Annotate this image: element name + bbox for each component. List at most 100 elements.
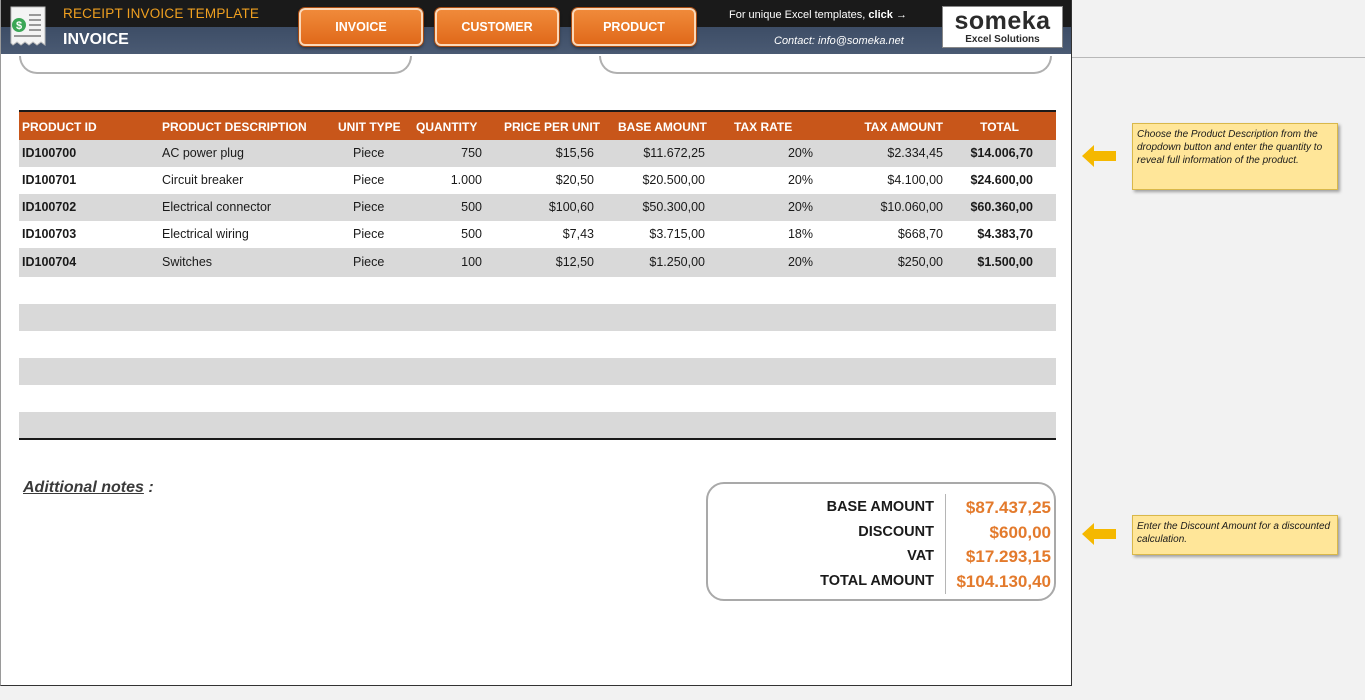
invoice-nav-button[interactable]: INVOICE: [299, 8, 423, 46]
cell-base-amount: $20.500,00: [642, 173, 705, 187]
discount-tip-note: Enter the Discount Amount for a discount…: [1132, 515, 1338, 555]
page-title: INVOICE: [63, 31, 129, 48]
vat-value: $17.293,15: [965, 547, 1051, 566]
cell-product-id: ID100701: [22, 173, 77, 187]
cell-base-amount: $50.300,00: [642, 200, 705, 214]
table-row[interactable]: ID100700 AC power plug Piece 750 $15,56 …: [19, 140, 1056, 167]
base-amount-value: $87.437,25: [965, 498, 1051, 517]
cell-tax-rate: 20%: [787, 200, 813, 214]
cell-tax-rate: 20%: [787, 146, 813, 160]
table-row-empty[interactable]: [19, 277, 1056, 304]
cell-total: $24.600,00: [970, 173, 1033, 187]
contact-email[interactable]: Contact: info@someka.net: [774, 35, 904, 47]
header-tax-amount: TAX AMOUNT: [864, 120, 943, 134]
svg-text:$: $: [16, 20, 22, 32]
table-header-row: PRODUCT ID PRODUCT DESCRIPTION UNIT TYPE…: [19, 110, 1056, 140]
totals-box: BASE AMOUNT $87.437,25 DISCOUNT $600,00 …: [706, 482, 1056, 601]
table-row[interactable]: ID100701 Circuit breaker Piece 1.000 $20…: [19, 167, 1056, 194]
cell-base-amount: $1.250,00: [649, 255, 705, 269]
customer-nav-button[interactable]: CUSTOMER: [435, 8, 559, 46]
cell-unit-type: Piece: [353, 200, 385, 214]
table-row-empty[interactable]: [19, 385, 1056, 412]
cell-quantity[interactable]: 500: [461, 200, 482, 214]
cell-product-description[interactable]: Electrical connector: [162, 200, 271, 214]
cell-total: $1.500,00: [977, 255, 1033, 269]
cell-unit-type: Piece: [353, 146, 385, 160]
receipt-icon: $: [10, 6, 46, 46]
header-product-id: PRODUCT ID: [22, 120, 97, 134]
vat-label: VAT: [907, 548, 934, 564]
cell-product-id: ID100703: [22, 227, 77, 241]
cell-quantity[interactable]: 1.000: [451, 173, 482, 187]
cell-unit-type: Piece: [353, 255, 385, 269]
customer-info-box: [19, 56, 412, 74]
cell-price-per-unit: $100,60: [548, 200, 594, 214]
cell-quantity[interactable]: 500: [461, 227, 482, 241]
header-tax-rate: TAX RATE: [734, 120, 793, 134]
arrow-left-icon: [1082, 523, 1116, 545]
cell-tax-rate: 18%: [787, 227, 813, 241]
cell-price-per-unit: $20,50: [555, 173, 594, 187]
cell-unit-type: Piece: [353, 173, 385, 187]
cell-base-amount: $11.672,25: [643, 146, 705, 160]
cell-tax-rate: 20%: [787, 255, 813, 269]
cell-tax-amount: $668,70: [897, 227, 943, 241]
table-row-empty[interactable]: [19, 304, 1056, 331]
promo-message: For unique Excel templates,: [729, 9, 866, 21]
table-row-empty[interactable]: [19, 412, 1056, 439]
product-table: PRODUCT ID PRODUCT DESCRIPTION UNIT TYPE…: [19, 110, 1056, 439]
cell-product-description[interactable]: AC power plug: [162, 146, 244, 160]
header-base-amount: BASE AMOUNT: [618, 120, 707, 134]
header-quantity: QUANTITY: [416, 120, 478, 134]
cell-tax-amount: $2.334,45: [887, 146, 943, 160]
product-nav-button[interactable]: PRODUCT: [572, 8, 696, 46]
cell-unit-type: Piece: [353, 227, 385, 241]
total-amount-label: TOTAL AMOUNT: [820, 573, 934, 589]
discount-label: DISCOUNT: [858, 524, 934, 540]
sheet-gridline: [1072, 57, 1365, 58]
cell-price-per-unit: $7,43: [562, 227, 594, 241]
table-bottom-border: [19, 438, 1056, 440]
cell-price-per-unit: $12,50: [555, 255, 594, 269]
notes-label-colon: :: [148, 479, 154, 496]
cell-quantity[interactable]: 100: [461, 255, 482, 269]
cell-product-description[interactable]: Electrical wiring: [162, 227, 249, 241]
table-row[interactable]: ID100704 Switches Piece 100 $12,50 $1.25…: [19, 248, 1056, 277]
table-row[interactable]: ID100702 Electrical connector Piece 500 …: [19, 194, 1056, 221]
cell-total: $60.360,00: [970, 200, 1033, 214]
base-amount-label: BASE AMOUNT: [826, 499, 934, 515]
cell-product-id: ID100700: [22, 146, 77, 160]
header-total: TOTAL: [980, 120, 1019, 134]
cell-total: $14.006,70: [970, 146, 1033, 160]
table-row-empty[interactable]: [19, 358, 1056, 385]
cell-quantity[interactable]: 750: [461, 146, 482, 160]
totals-divider: [945, 494, 946, 594]
logo-tagline: Excel Solutions: [965, 34, 1040, 45]
header-product-description: PRODUCT DESCRIPTION: [162, 120, 307, 134]
notes-label-text: Adittional notes: [23, 479, 144, 496]
invoice-info-box: [599, 56, 1052, 74]
invoice-sheet: $ RECEIPT INVOICE TEMPLATE INVOICE INVOI…: [0, 0, 1072, 686]
app-title: RECEIPT INVOICE TEMPLATE: [63, 6, 260, 21]
cell-tax-amount: $4.100,00: [887, 173, 943, 187]
cell-tax-rate: 20%: [787, 173, 813, 187]
promo-link[interactable]: click →: [868, 9, 907, 21]
cell-product-description[interactable]: Switches: [162, 255, 212, 269]
discount-value[interactable]: $600,00: [990, 523, 1051, 543]
cell-tax-amount: $10.060,00: [880, 200, 943, 214]
arrow-left-icon: [1082, 145, 1116, 167]
logo-wordmark: someka: [954, 7, 1051, 35]
someka-logo[interactable]: someka Excel Solutions: [942, 6, 1063, 48]
cell-price-per-unit: $15,56: [555, 146, 594, 160]
cell-product-id: ID100704: [22, 255, 77, 269]
total-amount-value: $104.130,40: [956, 572, 1051, 591]
header-price-per-unit: PRICE PER UNIT: [504, 120, 601, 134]
cell-tax-amount: $250,00: [897, 255, 943, 269]
table-row-empty[interactable]: [19, 331, 1056, 358]
cell-product-description[interactable]: Circuit breaker: [162, 173, 243, 187]
additional-notes-label[interactable]: Adittional notes :: [23, 479, 154, 497]
header-unit-type: UNIT TYPE: [338, 120, 401, 134]
promo-text: For unique Excel templates, click →: [729, 9, 907, 21]
cell-product-id: ID100702: [22, 200, 77, 214]
table-row[interactable]: ID100703 Electrical wiring Piece 500 $7,…: [19, 221, 1056, 248]
